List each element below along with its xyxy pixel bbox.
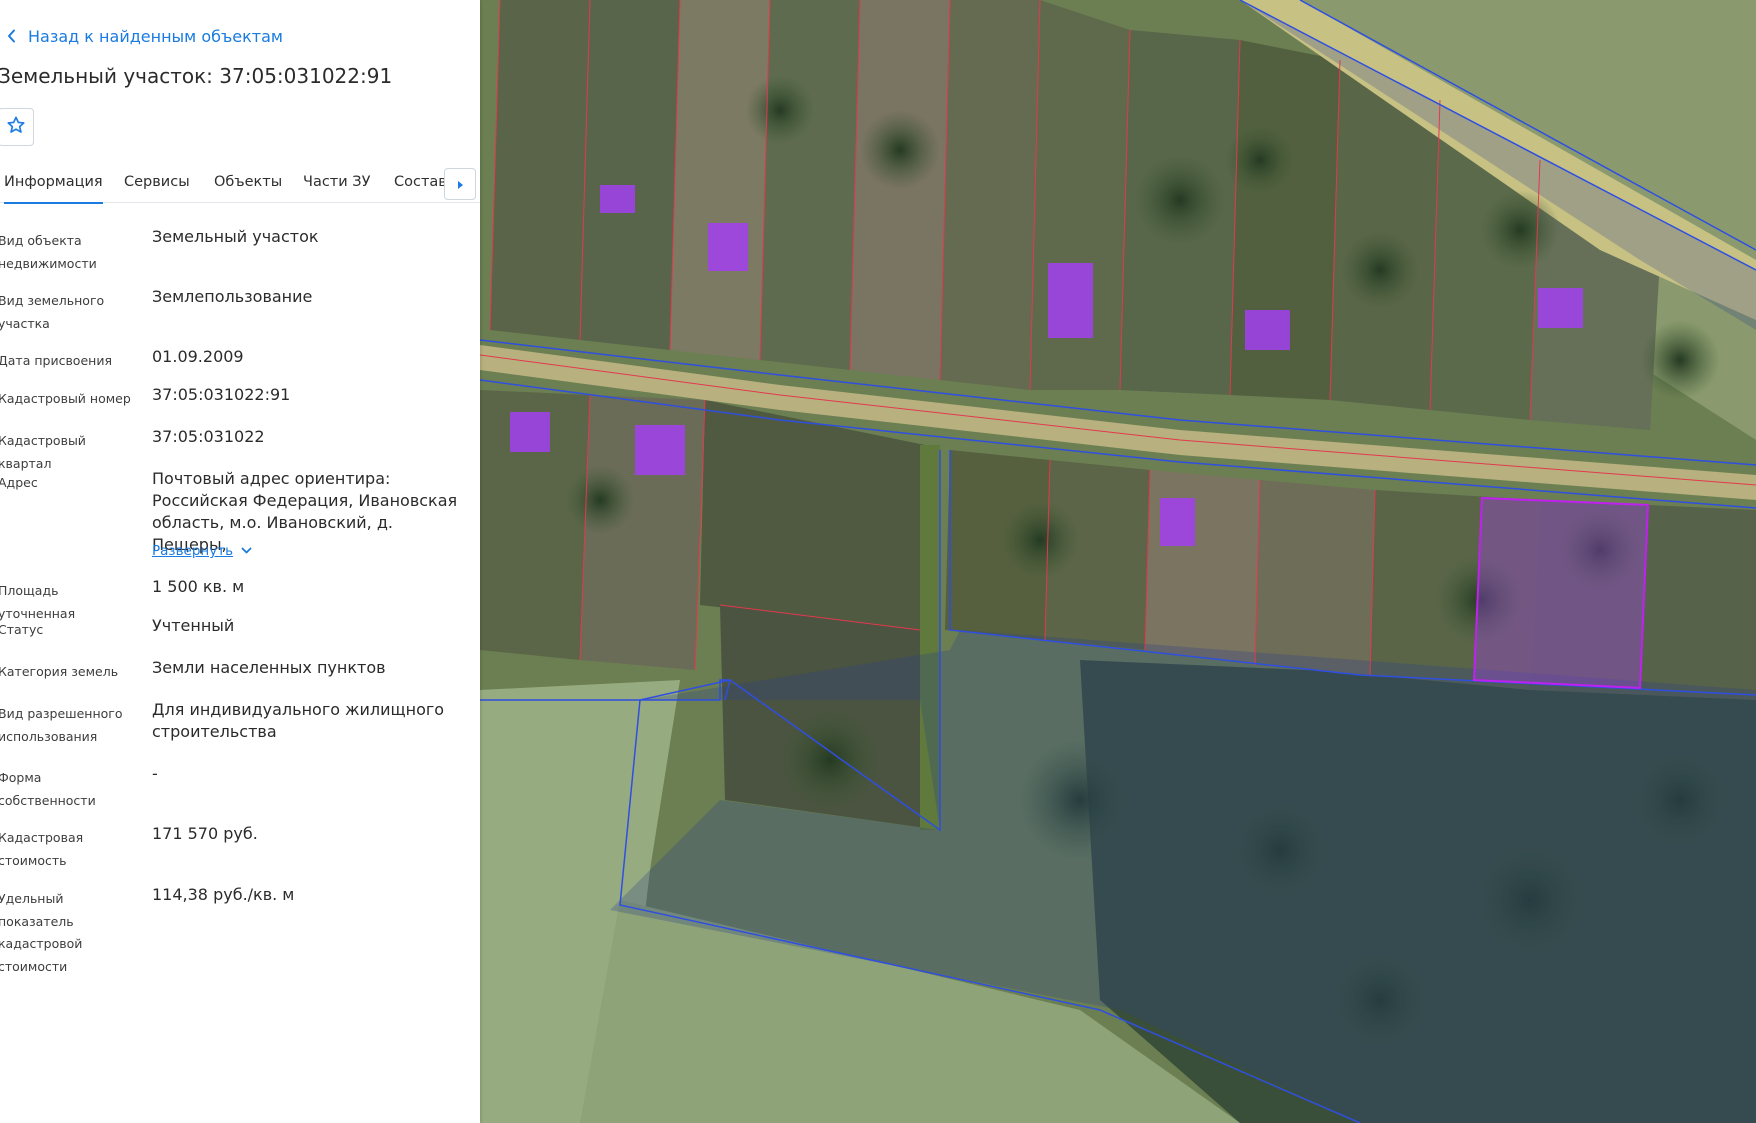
expand-label: Развернуть — [152, 543, 234, 559]
star-icon — [6, 115, 26, 139]
field-label: Удельный показатель кадастровой стоимост… — [0, 891, 83, 974]
tab-objects[interactable]: Объекты — [214, 174, 282, 190]
field-value: Для индивидуального жилищного строительс… — [152, 700, 445, 741]
field-label: Форма собственности — [0, 770, 96, 808]
field-value: 114,38 руб./кв. м — [152, 885, 295, 904]
field-value: 37:05:031022:91 — [152, 385, 291, 404]
field-label: Вид объекта недвижимости — [0, 233, 97, 271]
field-label: Статус — [0, 622, 44, 637]
tab-services[interactable]: Сервисы — [124, 174, 190, 190]
field-label: Дата присвоения — [0, 353, 112, 368]
tab-land-parts[interactable]: Части ЗУ — [303, 174, 370, 190]
field-value: - — [152, 764, 158, 783]
chevron-left-icon — [0, 24, 24, 48]
cadastral-map[interactable] — [480, 0, 1756, 1123]
field-value: Учтенный — [152, 616, 235, 635]
info-panel: Назад к найденным объектам Земельный уча… — [0, 0, 480, 1123]
field-value: 37:05:031022 — [152, 427, 265, 446]
tabs-scroll-right-button[interactable] — [444, 168, 476, 200]
field-label: Вид земельного участка — [0, 293, 105, 331]
field-label: Кадастровая стоимость — [0, 830, 84, 868]
field-value: 1 500 кв. м — [152, 577, 245, 596]
field-label: Адрес — [0, 475, 38, 490]
chevron-down-icon — [233, 543, 252, 559]
back-link-label: Назад к найденным объектам — [28, 26, 283, 46]
back-to-results-link[interactable]: Назад к найденным объектам — [0, 24, 283, 48]
field-label: Вид разрешенного использования — [0, 706, 123, 744]
favorite-button[interactable] — [0, 108, 34, 146]
field-label: Кадастровый номер — [0, 391, 131, 406]
satellite-map-view — [480, 0, 1756, 1123]
field-label: Категория земель — [0, 664, 119, 679]
field-value: 01.09.2009 — [152, 347, 244, 366]
page-title: Земельный участок: 37:05:031022:91 — [0, 64, 393, 88]
tab-bar: Информация Сервисы Объекты Части ЗУ Сост… — [0, 164, 480, 204]
field-label: Кадастровый квартал — [0, 433, 86, 471]
field-value: Земли населенных пунктов — [152, 658, 386, 677]
tab-information[interactable]: Информация — [4, 174, 103, 204]
caret-right-icon — [456, 175, 464, 194]
field-value: Землепользование — [152, 287, 313, 306]
tab-composition[interactable]: Состав — [394, 174, 447, 190]
field-value: 171 570 руб. — [152, 824, 258, 843]
expand-address-link[interactable]: Развернуть — [152, 543, 252, 559]
field-value: Земельный участок — [152, 227, 319, 246]
selected-parcel-highlight[interactable] — [1472, 496, 1650, 690]
